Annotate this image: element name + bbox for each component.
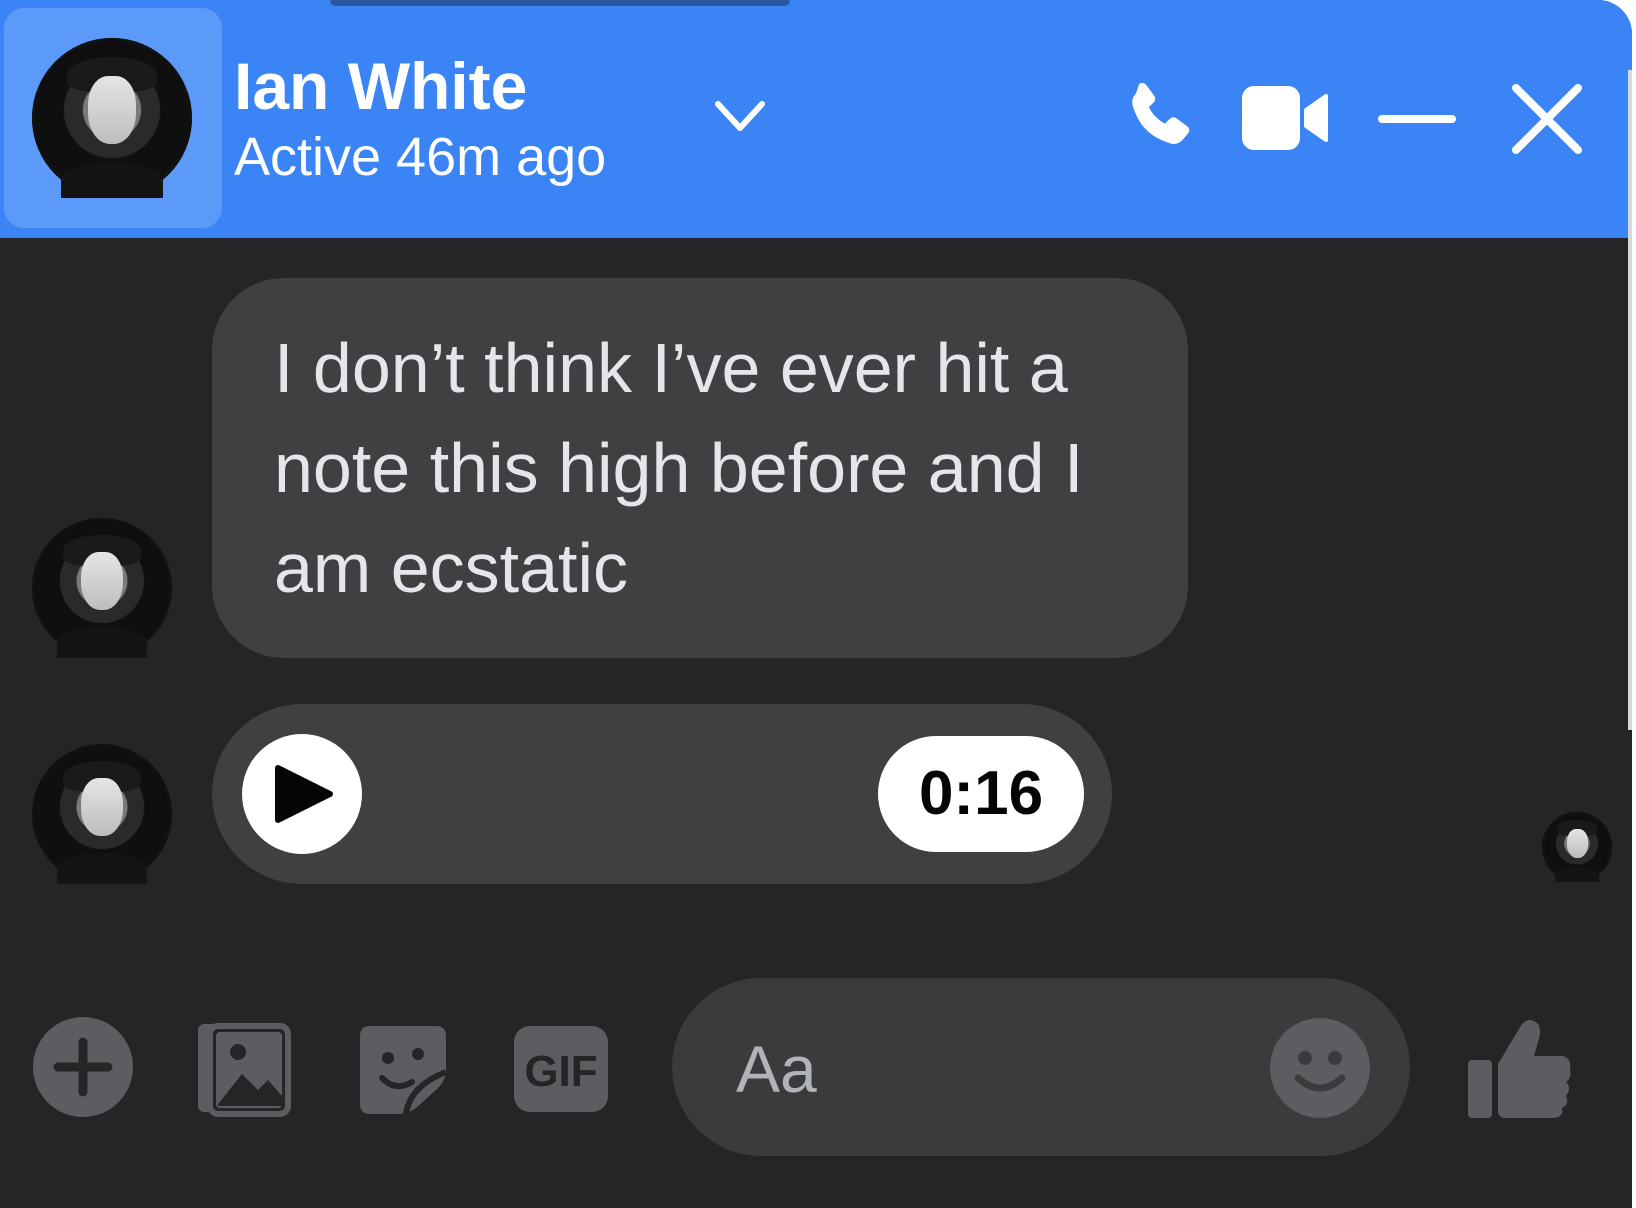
emoji-icon[interactable] [1270, 1018, 1370, 1118]
seen-avatar [1542, 812, 1612, 882]
video-camera-icon[interactable] [1240, 80, 1330, 156]
message-composer[interactable] [672, 978, 1410, 1156]
plus-icon[interactable] [32, 1016, 134, 1118]
chat-window: Ian White Active 46m ago I don’t think I… [0, 0, 1632, 1208]
header-shadow [330, 0, 790, 6]
audio-duration-badge: 0:16 [878, 736, 1084, 852]
phone-icon[interactable] [1114, 76, 1202, 160]
close-icon[interactable] [1508, 80, 1586, 158]
message-text: I don’t think I’ve ever hit a note this … [274, 329, 1084, 607]
avatar[interactable] [32, 744, 172, 884]
scrollbar[interactable] [1628, 70, 1632, 730]
play-icon [275, 765, 333, 823]
avatar[interactable] [32, 518, 172, 658]
minimize-icon[interactable] [1378, 104, 1456, 134]
gif-icon[interactable]: GIF [512, 1024, 610, 1114]
sticker-icon[interactable] [356, 1020, 450, 1116]
message-input[interactable] [734, 1018, 1258, 1120]
chevron-down-icon[interactable] [712, 96, 768, 136]
avatar[interactable] [32, 38, 192, 198]
voice-message-bubble: 0:16 [212, 704, 1112, 884]
message-bubble[interactable]: I don’t think I’ve ever hit a note this … [212, 278, 1188, 658]
play-button[interactable] [242, 734, 362, 854]
chat-header: Ian White Active 46m ago [0, 0, 1632, 238]
svg-text:GIF: GIF [524, 1047, 597, 1096]
image-icon[interactable] [196, 1020, 292, 1120]
thumbs-up-icon[interactable] [1466, 1016, 1574, 1122]
active-status: Active 46m ago [234, 127, 607, 187]
contact-name[interactable]: Ian White [234, 48, 527, 124]
audio-duration: 0:16 [918, 759, 1044, 828]
